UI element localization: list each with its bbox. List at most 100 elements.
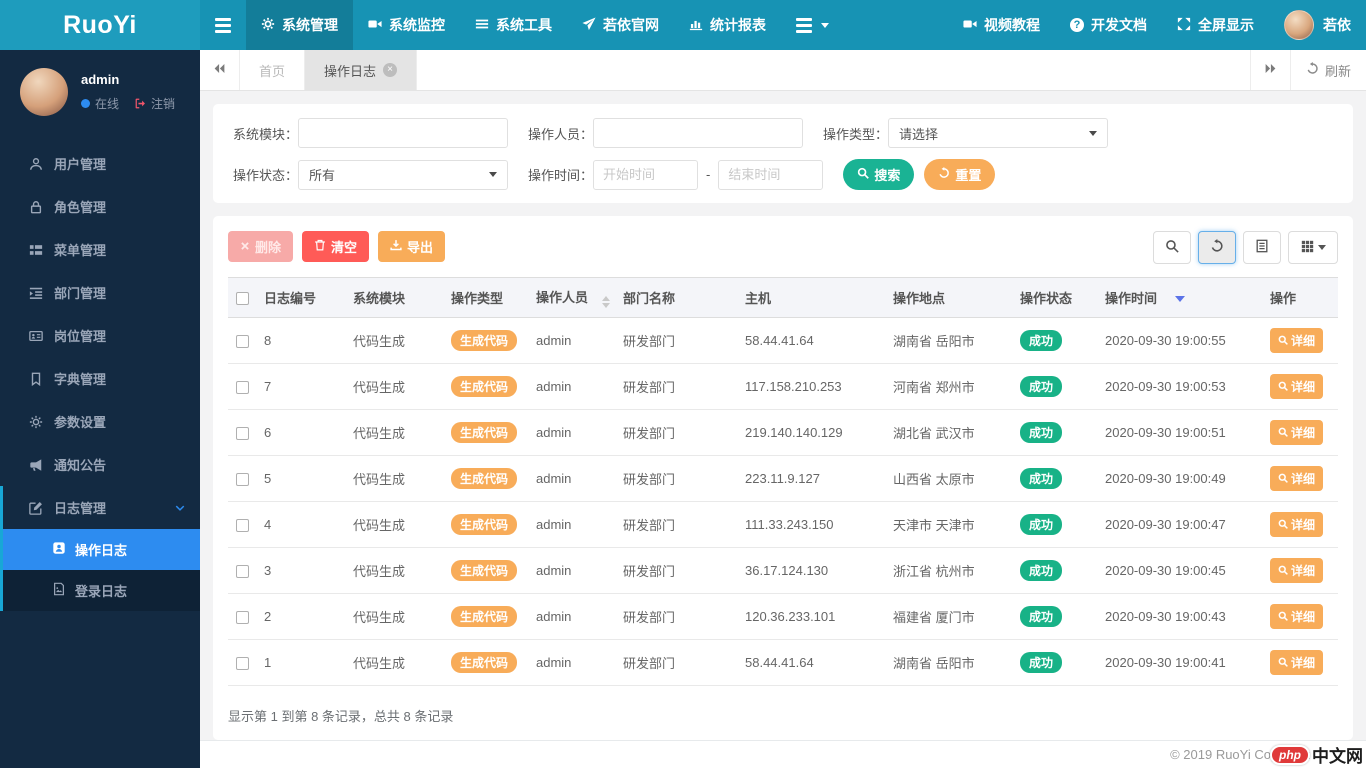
- nav-item-statistics[interactable]: 统计报表: [674, 0, 781, 50]
- row-checkbox[interactable]: [236, 335, 249, 349]
- row-checkbox[interactable]: [236, 473, 249, 487]
- sidebar-item-dict-manage[interactable]: 字典管理: [0, 357, 200, 400]
- detail-button[interactable]: 详细: [1270, 604, 1324, 629]
- tab-home[interactable]: 首页: [240, 50, 306, 90]
- cell-module: 代码生成: [345, 455, 443, 502]
- close-icon[interactable]: ×: [383, 63, 398, 77]
- cell-dept: 研发部门: [615, 547, 737, 594]
- cell-location: 湖南省 岳阳市: [885, 639, 1012, 686]
- delete-button[interactable]: 删除: [228, 231, 294, 262]
- row-checkbox[interactable]: [236, 381, 249, 395]
- tabs-scroll-left-button[interactable]: [200, 50, 240, 90]
- cell-operator: admin: [528, 639, 615, 686]
- row-checkbox[interactable]: [236, 657, 249, 671]
- export-button[interactable]: 导出: [378, 231, 446, 262]
- search-icon: [1278, 426, 1288, 440]
- detail-button[interactable]: 详细: [1270, 558, 1324, 583]
- online-status-label: 在线: [95, 97, 120, 111]
- operator-input[interactable]: [593, 118, 803, 148]
- sidebar-item-menu-manage[interactable]: 菜单管理: [0, 228, 200, 271]
- nav-item-system-manage[interactable]: 系统管理: [246, 0, 353, 50]
- tabs-scroll-right-button[interactable]: [1249, 50, 1290, 90]
- status-badge: 成功: [1020, 376, 1063, 397]
- navbar-right-menu: 视频教程 ? 开发文档 全屏显示 若依: [948, 0, 1366, 50]
- nav-item-fullscreen[interactable]: 全屏显示: [1162, 0, 1269, 50]
- search-icon: [857, 167, 870, 182]
- cell-dept: 研发部门: [615, 409, 737, 456]
- cell-time: 2020-09-30 19:00:45: [1097, 547, 1262, 594]
- sidebar-user-name: admin: [81, 72, 120, 87]
- sidebar-item-notice[interactable]: 通知公告: [0, 443, 200, 486]
- tab-operation-log[interactable]: 操作日志 ×: [305, 50, 418, 90]
- select-all-checkbox[interactable]: [236, 292, 249, 306]
- brand-logo[interactable]: RuoYi: [0, 0, 200, 50]
- col-header-operator[interactable]: 操作人员: [528, 277, 615, 318]
- row-checkbox[interactable]: [236, 611, 249, 625]
- detail-button[interactable]: 详细: [1270, 650, 1324, 675]
- row-checkbox[interactable]: [236, 427, 249, 441]
- sidebar-item-dept-manage[interactable]: 部门管理: [0, 271, 200, 314]
- nav-item-dev-docs[interactable]: ? 开发文档: [1055, 0, 1162, 50]
- cell-time: 2020-09-30 19:00:53: [1097, 363, 1262, 410]
- cell-module: 代码生成: [345, 409, 443, 456]
- nav-item-system-tools[interactable]: 系统工具: [460, 0, 567, 50]
- toggle-detail-view-button[interactable]: [1243, 231, 1281, 264]
- cell-log-id: 2: [256, 593, 345, 640]
- module-input[interactable]: [298, 118, 508, 148]
- nav-user-menu[interactable]: 若依: [1269, 0, 1366, 50]
- nav-more-dropdown[interactable]: [781, 0, 844, 50]
- cell-dept: 研发部门: [615, 501, 737, 548]
- detail-button[interactable]: 详细: [1270, 328, 1324, 353]
- double-chevron-left-icon: [213, 62, 226, 78]
- sidebar-item-login-log[interactable]: 登录日志: [3, 570, 200, 611]
- sidebar-toggle-button[interactable]: [200, 0, 246, 50]
- sidebar-item-user-manage[interactable]: 用户管理: [0, 142, 200, 185]
- detail-button[interactable]: 详细: [1270, 374, 1324, 399]
- loginlog-file-icon: [52, 582, 66, 599]
- refresh-table-button[interactable]: [1198, 231, 1236, 264]
- refresh-tab-button[interactable]: 刷新: [1289, 50, 1366, 90]
- avatar[interactable]: [20, 68, 68, 116]
- cell-host: 120.36.233.101: [737, 593, 885, 640]
- detail-button[interactable]: 详细: [1270, 420, 1324, 445]
- sidebar-item-operation-log[interactable]: 操作日志: [3, 529, 200, 570]
- search-icon: [1278, 472, 1288, 486]
- sidebar-item-role-manage[interactable]: 角色管理: [0, 185, 200, 228]
- search-panel: 系统模块： 操作人员： 操作类型： 请选择 操作状态： 所有 操作时间： 开始时…: [213, 104, 1353, 203]
- sidebar-group-log-manage: 日志管理 操作日志 登录日志: [0, 486, 200, 611]
- cell-module: 代码生成: [345, 501, 443, 548]
- nav-item-video-tutorial[interactable]: 视频教程: [948, 0, 1055, 50]
- cell-host: 58.44.41.64: [737, 639, 885, 686]
- dict-bookmark-icon: [28, 372, 43, 386]
- columns-dropdown-button[interactable]: [1288, 231, 1338, 264]
- row-checkbox[interactable]: [236, 519, 249, 533]
- col-header-time[interactable]: 操作时间: [1097, 277, 1262, 318]
- toggle-search-button[interactable]: [1153, 231, 1191, 264]
- nav-item-official-site[interactable]: 若依官网: [567, 0, 674, 50]
- nav-item-system-monitor[interactable]: 系统监控: [353, 0, 460, 50]
- refresh-icon: [938, 167, 950, 182]
- chart-icon: [689, 17, 703, 34]
- cell-operator: admin: [528, 455, 615, 502]
- cell-log-id: 4: [256, 501, 345, 548]
- sidebar-item-config[interactable]: 参数设置: [0, 400, 200, 443]
- detail-button[interactable]: 详细: [1270, 466, 1324, 491]
- reset-button[interactable]: 重置: [924, 159, 996, 190]
- sidebar-item-post-manage[interactable]: 岗位管理: [0, 314, 200, 357]
- table-panel: 删除 清空 导出 日志编号 系统模块 操作类型 操作人员 部门名称 主机 操作地…: [213, 216, 1353, 740]
- cell-time: 2020-09-30 19:00:55: [1097, 317, 1262, 364]
- status-select[interactable]: 所有: [298, 159, 508, 190]
- sidebar-item-log-manage[interactable]: 日志管理: [3, 486, 200, 529]
- clear-button[interactable]: 清空: [302, 231, 370, 262]
- operation-type-select[interactable]: 请选择: [888, 118, 1108, 148]
- end-time-input[interactable]: [718, 159, 824, 190]
- start-time-input[interactable]: [593, 159, 698, 190]
- search-button[interactable]: 搜索: [843, 159, 915, 190]
- logout-button[interactable]: 注销: [134, 95, 175, 112]
- row-checkbox[interactable]: [236, 565, 249, 579]
- chevron-down-icon: [1089, 130, 1097, 136]
- operation-type-badge: 生成代码: [451, 468, 518, 489]
- detail-button[interactable]: 详细: [1270, 512, 1324, 537]
- operation-type-badge: 生成代码: [451, 376, 518, 397]
- notice-megaphone-icon: [28, 458, 43, 472]
